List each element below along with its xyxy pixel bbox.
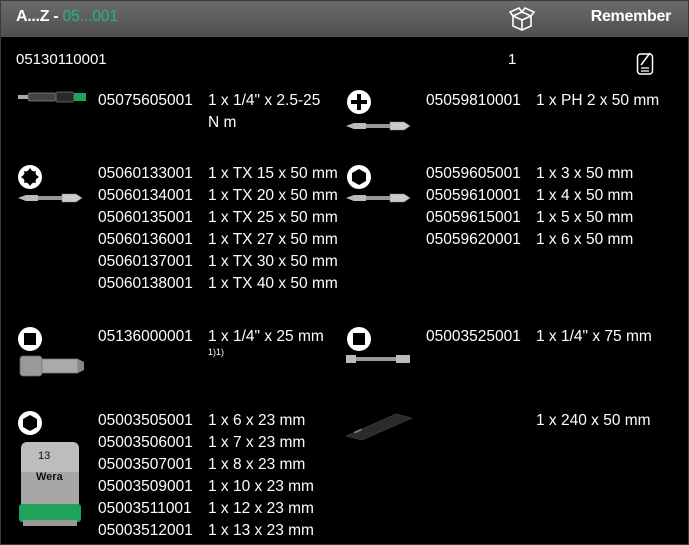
item-description: 1 x TX 25 x 50 mm [208, 209, 338, 226]
item-description: 1 x 7 x 23 mm [208, 434, 306, 451]
strip-image [346, 413, 412, 441]
square-drive-icon [347, 327, 371, 351]
item-article-number: 05060137001 [98, 253, 193, 270]
item-article-number: 05059610001 [426, 187, 521, 204]
item-description: 1 x TX 30 x 50 mm [208, 253, 338, 270]
open-box-icon[interactable] [509, 4, 535, 32]
item-article-number: 05059605001 [426, 165, 521, 182]
item-description: 1 x 1/4" x 75 mm [536, 328, 652, 345]
item-description: 1 x 8 x 23 mm [208, 456, 306, 473]
footnote-marker: 1)1) [208, 347, 225, 357]
item-description: 1 x 4 x 50 mm [536, 187, 634, 204]
item-description: 1 x PH 2 x 50 mm [536, 92, 660, 109]
hex-icon [347, 165, 371, 189]
socket-size-label: 13 [38, 450, 51, 462]
item-article-number: 05060134001 [98, 187, 193, 204]
item-description: 1 x 5 x 50 mm [536, 209, 634, 226]
item-article-number: 05003512001 [98, 522, 193, 539]
item-description: 1 x TX 27 x 50 mm [208, 231, 338, 248]
item-description: N m [208, 114, 237, 131]
title-code: 05...001 [62, 8, 118, 25]
item-description: 1 x 6 x 23 mm [208, 412, 306, 429]
note-icon[interactable] [636, 50, 654, 76]
item-article-number: 05060136001 [98, 231, 193, 248]
set-article-number: 05130110001 [16, 51, 107, 68]
header-title: A...Z - 05...001 [16, 8, 118, 26]
item-article-number: 05136000001 [98, 328, 193, 345]
extension-image [346, 355, 410, 363]
item-description: 1 x 10 x 23 mm [208, 478, 314, 495]
item-article-number: 05059615001 [426, 209, 521, 226]
remember-button[interactable]: Remember [591, 8, 672, 26]
item-description: 1 x 3 x 50 mm [536, 165, 634, 182]
item-article-number: 05003511001 [98, 500, 192, 517]
square-drive-icon [18, 327, 42, 351]
item-description: 1 x 13 x 23 mm [208, 522, 314, 539]
item-description: 1 x 6 x 50 mm [536, 231, 634, 248]
item-article-number: 05059810001 [426, 92, 521, 109]
brand-logo-text: Wera [36, 471, 63, 483]
hex-socket-icon [18, 411, 42, 435]
torx-icon [18, 165, 42, 189]
item-description: 1 x 12 x 23 mm [208, 500, 314, 517]
item-description: 1 x TX 20 x 50 mm [208, 187, 338, 204]
phillips-bit-image [346, 121, 411, 131]
item-article-number: 05003509001 [98, 478, 193, 495]
hex-bit-image [346, 193, 411, 203]
item-description: 1 x 240 x 50 mm [536, 412, 651, 429]
item-description: 1 x TX 40 x 50 mm [208, 275, 338, 292]
item-article-number: 05060138001 [98, 275, 193, 292]
item-description: 1 x 1/4" x 2.5-25 [208, 92, 321, 109]
torx-bit-image [18, 193, 83, 203]
item-description: 1 x 1/4" x 25 mm [208, 328, 324, 345]
item-article-number: 05059620001 [426, 231, 521, 248]
phillips-plus-icon [347, 90, 371, 114]
item-article-number: 05003505001 [98, 412, 193, 429]
item-article-number: 05060133001 [98, 165, 193, 182]
item-article-number: 05075605001 [98, 92, 193, 109]
adapter-image [19, 355, 84, 377]
item-article-number: 05060135001 [98, 209, 193, 226]
set-quantity: 1 [508, 51, 517, 68]
item-description: 1 x TX 15 x 50 mm [208, 165, 338, 182]
item-article-number: 05003525001 [426, 328, 521, 345]
title-prefix: A...Z - [16, 8, 63, 25]
item-article-number: 05003507001 [98, 456, 193, 473]
bit-holder-image [18, 91, 86, 103]
item-article-number: 05003506001 [98, 434, 193, 451]
header-bar: A...Z - 05...001 Remember [1, 1, 688, 37]
